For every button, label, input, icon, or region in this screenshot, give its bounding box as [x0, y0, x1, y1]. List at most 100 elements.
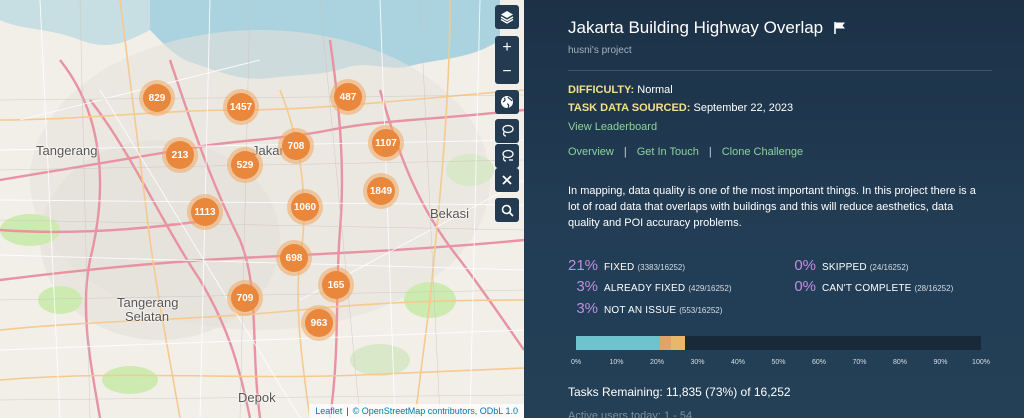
stat-percent: 3%: [576, 278, 598, 295]
place-label-bekasi: Bekasi: [430, 206, 470, 221]
leaflet-link[interactable]: Leaflet: [315, 406, 342, 416]
zoom-control: + −: [495, 36, 519, 84]
progress-tick-label: 20%: [649, 359, 665, 366]
task-cluster[interactable]: 1060: [287, 189, 323, 225]
map-view[interactable]: Tangerang Jakarta Bekasi Tangerang Selat…: [0, 0, 524, 418]
layers-button[interactable]: [495, 5, 519, 29]
get-in-touch-link[interactable]: Get In Touch: [637, 146, 699, 158]
task-cluster[interactable]: 709: [227, 280, 263, 316]
lasso-minus-icon: [502, 149, 514, 162]
lasso-icon: [502, 124, 514, 137]
search-map-button[interactable]: [495, 198, 519, 222]
difficulty-label: DIFFICULTY:: [568, 84, 635, 96]
cluster-count: 1113: [191, 198, 219, 226]
progress-tick-label: 70%: [852, 359, 867, 366]
cluster-count: 709: [231, 284, 259, 312]
sourced-label: TASK DATA SOURCED:: [568, 102, 691, 114]
progress-tick-label: 100%: [972, 359, 990, 366]
stat-label: SKIPPED: [822, 262, 867, 273]
project-owner: husni's project: [568, 45, 632, 56]
attribution-separator: |: [346, 406, 349, 416]
place-label-depok: Depok: [238, 390, 276, 405]
challenge-description: In mapping, data quality is one of the m…: [568, 185, 976, 229]
stat-percent: 0%: [794, 278, 816, 295]
difficulty-row: DIFFICULTY: Normal: [568, 84, 673, 96]
challenge-links: Overview | Get In Touch | Clone Challeng…: [568, 146, 803, 158]
task-cluster[interactable]: 213: [162, 137, 198, 173]
active-users-text: Active users today: 1 - 54: [568, 410, 693, 418]
task-cluster[interactable]: 529: [227, 147, 263, 183]
place-label-tangerang-selatan: Tangerang: [117, 295, 179, 310]
cluster-count: 1457: [227, 93, 255, 121]
task-cluster[interactable]: 1113: [187, 194, 223, 230]
view-leaderboard-link[interactable]: View Leaderboard: [568, 121, 657, 133]
challenge-header: Jakarta Building Highway Overlap: [568, 18, 847, 38]
link-separator: |: [708, 146, 712, 158]
lasso-select-button[interactable]: [495, 119, 519, 143]
stat-count: (28/16252): [914, 284, 954, 293]
clear-selection-button[interactable]: [495, 168, 519, 192]
close-icon: [502, 175, 512, 185]
stat-count: (429/16252): [688, 284, 732, 293]
flag-icon[interactable]: [833, 21, 847, 35]
stat-label: FIXED: [604, 262, 635, 273]
progress-tick-label: 0%: [570, 359, 582, 366]
task-cluster[interactable]: 708: [278, 128, 314, 164]
cluster-count: 1849: [367, 177, 395, 205]
stat-label: NOT AN ISSUE: [604, 305, 677, 316]
cluster-count: 487: [334, 83, 362, 111]
link-separator: |: [623, 146, 627, 158]
completion-progress-bar: [576, 336, 981, 350]
progress-tick-label: 50%: [771, 359, 786, 366]
stat-count: (24/16252): [869, 263, 909, 272]
progress-tick-label: 40%: [730, 359, 746, 366]
task-cluster[interactable]: 487: [330, 79, 366, 115]
progress-tick-label: 90%: [933, 359, 948, 366]
task-cluster[interactable]: 1849: [363, 173, 399, 209]
header-divider: [568, 70, 992, 71]
stat-not-an-issue: 3% NOT AN ISSUE (553/16252): [568, 300, 722, 317]
cluster-count: 213: [166, 141, 194, 169]
progress-tick-label: 80%: [892, 359, 908, 366]
stat-percent: 0%: [794, 257, 816, 274]
difficulty-value: Normal: [637, 84, 673, 96]
map-attribution: Leaflet | © OpenStreetMap contributors, …: [309, 404, 524, 418]
place-label-tangerang: Tangerang: [36, 143, 98, 158]
progress-tick-label: 60%: [811, 359, 827, 366]
task-cluster[interactable]: 1457: [223, 89, 259, 125]
stat-already-fixed: 3% ALREADY FIXED (429/16252): [568, 278, 732, 295]
stat-skipped: 0% SKIPPED (24/16252): [786, 257, 908, 274]
stat-count: (553/16252): [679, 306, 723, 315]
globe-icon: [501, 96, 513, 109]
progress-segment-fixed: [576, 336, 660, 350]
overview-link[interactable]: Overview: [568, 146, 614, 158]
stat-cant-complete: 0% CAN'T COMPLETE (28/16252): [786, 278, 953, 295]
task-cluster[interactable]: 963: [301, 305, 337, 341]
lasso-deselect-button[interactable]: [495, 144, 519, 168]
fit-world-button[interactable]: [495, 90, 519, 114]
osm-link[interactable]: © OpenStreetMap contributors, ODbL 1.0: [353, 406, 518, 416]
challenge-panel: Jakarta Building Highway Overlap husni's…: [524, 0, 1024, 418]
challenge-title: Jakarta Building Highway Overlap: [568, 18, 824, 37]
stat-percent: 3%: [576, 300, 598, 317]
zoom-out-button[interactable]: −: [495, 60, 519, 84]
task-cluster[interactable]: 698: [276, 240, 312, 276]
task-cluster[interactable]: 1107: [368, 125, 404, 161]
cluster-count: 963: [305, 309, 333, 337]
cluster-count: 698: [280, 244, 308, 272]
cluster-count: 1060: [291, 193, 319, 221]
place-label-selatan: Selatan: [125, 309, 170, 324]
sourced-row: TASK DATA SOURCED: September 22, 2023: [568, 102, 793, 114]
stat-count: (3383/16252): [637, 263, 686, 272]
cluster-count: 1107: [372, 129, 400, 157]
task-cluster[interactable]: 165: [318, 267, 354, 303]
cluster-count: 165: [322, 271, 350, 299]
progress-segment-not-an-issue: [671, 336, 685, 350]
clone-challenge-link[interactable]: Clone Challenge: [722, 146, 803, 158]
progress-segment-already-fixed: [660, 336, 671, 350]
layers-icon: [500, 11, 514, 24]
task-cluster[interactable]: 829: [139, 80, 175, 116]
stat-label: ALREADY FIXED: [604, 283, 686, 294]
zoom-in-button[interactable]: +: [495, 36, 519, 60]
sourced-value: September 22, 2023: [693, 102, 794, 114]
